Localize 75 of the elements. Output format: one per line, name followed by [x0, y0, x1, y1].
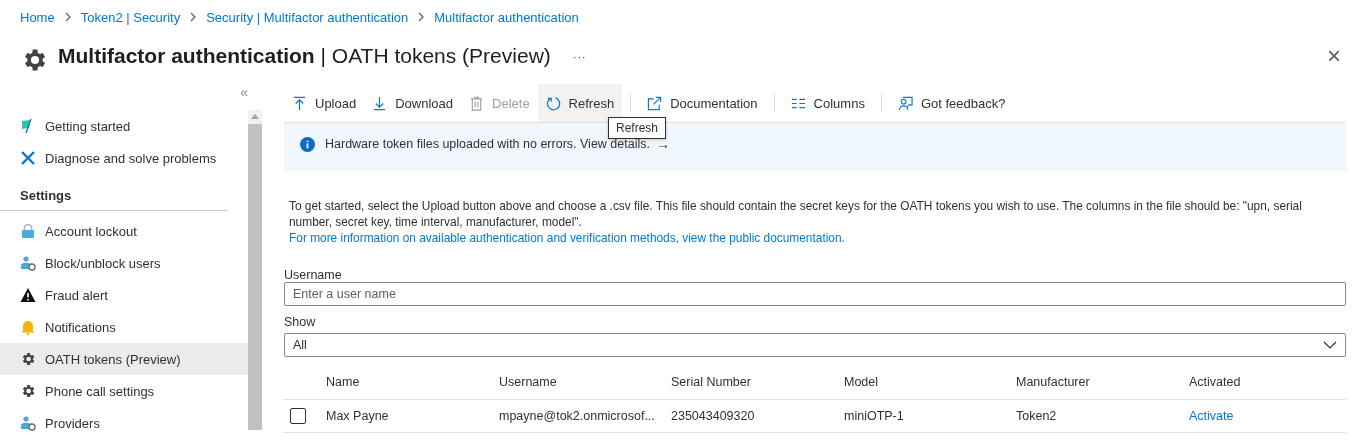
table-cell-text: Token2	[1016, 409, 1058, 423]
sidebar-item[interactable]: Notifications	[0, 311, 248, 343]
bell-icon	[20, 319, 36, 335]
sidebar-item[interactable]: Block/unblock users	[0, 247, 248, 279]
section-heading: Settings	[0, 174, 228, 211]
field-label: Username	[284, 268, 343, 282]
chevron-down-icon	[1323, 341, 1337, 349]
info-icon	[300, 136, 315, 152]
table-cell-text: Max Payne	[326, 409, 390, 423]
breadcrumb-link[interactable]: Multifactor authentication	[434, 9, 579, 25]
warning-icon	[20, 287, 36, 303]
chevron-icon	[417, 12, 426, 22]
toolbar-button[interactable]: Upload	[284, 84, 365, 122]
documentation-link[interactable]: For more information on available authentication and verification methods, view the public documentation.	[289, 230, 1346, 246]
tooltip: Refresh	[608, 117, 667, 139]
column-header[interactable]: Activated	[1189, 375, 1241, 389]
sidebar-item[interactable]: Getting started	[0, 110, 248, 142]
toolbar-button[interactable]: Refresh	[537, 84, 623, 122]
field-label: Show	[284, 315, 317, 329]
sidebar-item[interactable]: Account lockout	[0, 215, 248, 247]
banner-message: Hardware token files uploaded with no errors. View details.	[325, 137, 650, 151]
download-icon	[372, 95, 388, 111]
column-header[interactable]: Manufacturer	[1016, 375, 1189, 389]
gear-icon	[20, 383, 36, 399]
breadcrumb-link[interactable]: Token2 | Security	[80, 9, 181, 25]
sidebar-label: Diagnose and solve problems	[45, 150, 217, 166]
column-header[interactable]: Name	[326, 375, 499, 389]
toolbar-button[interactable]: Got feedback?	[889, 84, 1014, 122]
sidebar-item[interactable]: Phone call settings	[0, 375, 248, 407]
lock-icon	[20, 223, 36, 239]
sidebar-label: Block/unblock users	[45, 255, 161, 271]
breadcrumb-link[interactable]: Home	[20, 9, 55, 25]
sidebar-label: Fraud alert	[45, 287, 108, 303]
tools-icon	[20, 150, 36, 166]
sidebar-item[interactable]: Diagnose and solve problems	[0, 142, 248, 174]
sidebar-label: Phone call settings	[45, 383, 155, 399]
chevron-icon	[189, 12, 198, 22]
show-dropdown[interactable]: All	[284, 333, 1346, 357]
scroll-up-icon[interactable]	[251, 114, 259, 119]
page-title: Multifactor authentication | OATH tokens (Preview)	[58, 44, 551, 68]
scrollbar[interactable]	[248, 110, 262, 430]
user-icon	[20, 415, 36, 431]
chevron-icon	[63, 12, 72, 22]
more-button[interactable]: ···	[572, 48, 586, 64]
sidebar-item[interactable]: Fraud alert	[0, 279, 248, 311]
external-link-icon	[647, 95, 663, 111]
toolbar-button[interactable]: Download	[364, 84, 462, 122]
table-cell-text: mpayne@tok2.onmicrosof...	[499, 409, 656, 423]
gear-icon	[20, 351, 36, 367]
table-cell-text: miniOTP-1	[844, 409, 905, 423]
trash-icon	[469, 95, 485, 111]
column-header[interactable]: Model	[844, 375, 1016, 389]
table-cell-text: 235043409320	[671, 409, 756, 423]
toolbar-button[interactable]: Columns	[782, 84, 873, 122]
sidebar-label: Providers	[45, 415, 100, 431]
user-icon	[20, 255, 36, 271]
sidebar-label: Account lockout	[45, 223, 137, 239]
sidebar-label: OATH tokens (Preview)	[45, 351, 181, 367]
activate-link[interactable]: Activate	[1189, 409, 1234, 423]
close-button[interactable]: ×	[1327, 44, 1341, 68]
column-header[interactable]: Username	[499, 375, 671, 389]
username-field[interactable]: Enter a user name	[284, 282, 1346, 306]
refresh-icon	[545, 95, 561, 111]
feedback-icon	[897, 95, 913, 111]
column-header[interactable]: Serial Number	[671, 375, 844, 389]
view-details-link[interactable]: →	[655, 136, 670, 152]
instructions-text: To get started, select the Upload button above and choose a .csv file. This file should contain the secret keys for the OATH tokens you wish to use. The columns in the file should be: "upn, serial number, secret key, time interval, manufacturer, model".	[289, 198, 1303, 230]
sidebar-item[interactable]: OATH tokens (Preview)	[0, 343, 248, 375]
breadcrumb-link[interactable]: Security | Multifactor authentication	[206, 9, 409, 25]
sidebar-item[interactable]: Providers	[0, 407, 248, 439]
upload-icon	[292, 95, 307, 111]
sidebar-label: Notifications	[45, 319, 116, 335]
sidebar-label: Getting started	[45, 118, 131, 134]
row-checkbox[interactable]	[290, 408, 306, 424]
collapse-button[interactable]: «	[240, 84, 248, 100]
